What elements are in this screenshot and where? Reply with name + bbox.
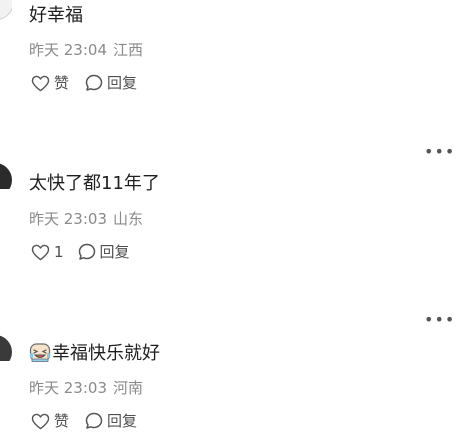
reply-button[interactable]: 回复 (78, 241, 130, 263)
heart-icon (31, 75, 50, 91)
reply-label: 回复 (107, 74, 138, 92)
comment-location: 江西 (113, 41, 144, 59)
heart-icon (31, 244, 50, 260)
speech-bubble-icon (85, 412, 103, 429)
like-button[interactable]: 赞 (31, 72, 69, 94)
more-options-icon[interactable]: ••• (424, 312, 454, 328)
avatar[interactable] (0, 335, 12, 361)
comment-actions: 1 回复 (31, 241, 146, 263)
avatar[interactable] (0, 163, 12, 189)
speech-bubble-icon (85, 74, 103, 91)
like-button[interactable]: 1 (31, 241, 64, 263)
heart-icon (31, 413, 50, 429)
comment-time: 昨天 23:04 (29, 41, 107, 59)
comment-time: 昨天 23:03 (29, 210, 107, 228)
comment-meta: 昨天 23:03 河南 (29, 378, 143, 398)
comment-actions: 赞 回复 (31, 410, 153, 432)
reply-label: 回复 (107, 412, 138, 430)
comment-meta: 昨天 23:03 山东 (29, 209, 143, 229)
comment-location: 河南 (113, 379, 144, 397)
reply-button[interactable]: 回复 (85, 410, 137, 432)
like-label: 赞 (54, 412, 70, 430)
more-options-icon[interactable]: ••• (424, 144, 454, 160)
like-count: 1 (54, 243, 64, 261)
comment-text: 好幸福 (29, 5, 83, 26)
comment-text: 幸福快乐就好 (29, 341, 160, 367)
comment-meta: 昨天 23:04 江西 (29, 40, 143, 60)
reply-button[interactable]: 回复 (85, 72, 137, 94)
laughing-crying-emoji-icon (29, 343, 51, 362)
like-label: 赞 (54, 74, 70, 92)
comment-time: 昨天 23:03 (29, 379, 107, 397)
comment-actions: 赞 回复 (31, 72, 153, 94)
comment-location: 山东 (113, 210, 144, 228)
speech-bubble-icon (78, 243, 95, 260)
comment-text: 太快了都11年了 (29, 173, 160, 194)
reply-label: 回复 (99, 243, 130, 261)
avatar[interactable] (0, 0, 12, 26)
like-button[interactable]: 赞 (31, 410, 69, 432)
